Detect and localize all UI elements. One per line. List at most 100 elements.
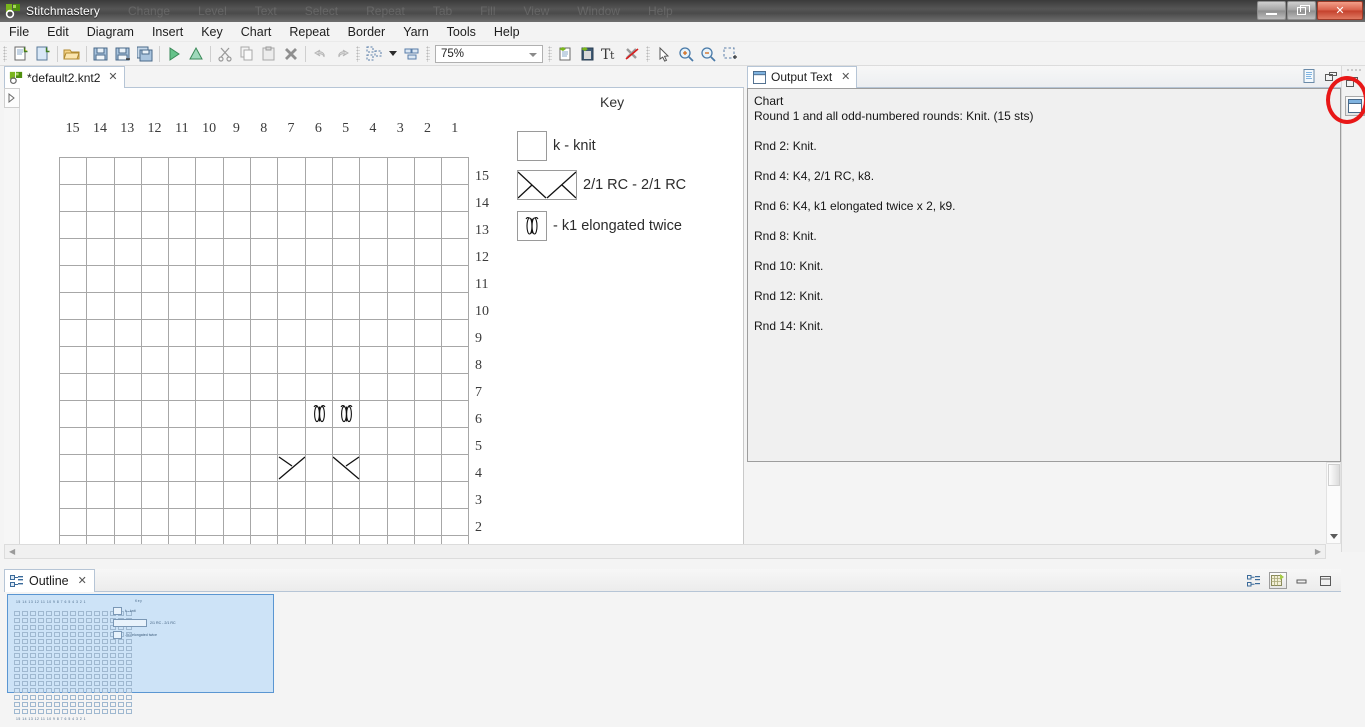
- chart-cell[interactable]: [442, 266, 469, 293]
- chart-cell[interactable]: [414, 320, 441, 347]
- chevron-down-icon[interactable]: [529, 53, 537, 57]
- chart-cell[interactable]: [251, 212, 278, 239]
- chart-cell[interactable]: [442, 158, 469, 185]
- menu-edit[interactable]: Edit: [38, 23, 78, 41]
- chart-cell[interactable]: [251, 428, 278, 455]
- chart-cell[interactable]: [414, 482, 441, 509]
- chart-cell[interactable]: [414, 158, 441, 185]
- chart-cell[interactable]: [442, 482, 469, 509]
- chart-row-15[interactable]: [60, 158, 469, 185]
- chart-cell[interactable]: [87, 455, 114, 482]
- chart-cell[interactable]: [251, 482, 278, 509]
- chart-cell[interactable]: [223, 320, 250, 347]
- chart-cell[interactable]: [332, 185, 359, 212]
- chart-cell[interactable]: [169, 239, 196, 266]
- chart-cell[interactable]: [87, 185, 114, 212]
- view-menu-icon[interactable]: [1303, 69, 1317, 84]
- chart-grid[interactable]: [59, 157, 469, 552]
- chart-cell[interactable]: [60, 509, 87, 536]
- thumbnail-view-icon[interactable]: [1269, 572, 1287, 589]
- close-icon[interactable]: ✕: [78, 576, 87, 587]
- chart-cell[interactable]: [251, 374, 278, 401]
- menu-chart[interactable]: Chart: [232, 23, 281, 41]
- chart-cell[interactable]: [60, 374, 87, 401]
- chart-cell[interactable]: [196, 185, 223, 212]
- toolbar-grip[interactable]: [3, 46, 7, 62]
- chart-cell[interactable]: [360, 212, 387, 239]
- chart-cell[interactable]: [196, 482, 223, 509]
- chart-cell[interactable]: [305, 374, 332, 401]
- chart-cell[interactable]: [305, 158, 332, 185]
- chart-cell[interactable]: [60, 401, 87, 428]
- chart-cell[interactable]: [114, 293, 141, 320]
- chart-cell[interactable]: [223, 428, 250, 455]
- restore-output-text-view-button[interactable]: [1345, 96, 1365, 116]
- chart-cell[interactable]: [87, 509, 114, 536]
- menu-tools[interactable]: Tools: [438, 23, 485, 41]
- chart-cell[interactable]: [141, 374, 168, 401]
- chart-cell[interactable]: [223, 185, 250, 212]
- chart-grid-table[interactable]: [59, 157, 469, 552]
- chart-cell[interactable]: [87, 401, 114, 428]
- chart-cell[interactable]: [387, 293, 414, 320]
- chart-cell[interactable]: [414, 347, 441, 374]
- chart-cell[interactable]: [114, 428, 141, 455]
- chart-cell[interactable]: [305, 455, 332, 482]
- chart-cell[interactable]: [278, 266, 305, 293]
- chart-row-12[interactable]: [60, 239, 469, 266]
- chart-cell[interactable]: [114, 320, 141, 347]
- chart-cell[interactable]: [114, 482, 141, 509]
- chart-cell[interactable]: [305, 185, 332, 212]
- chart-cell[interactable]: [196, 293, 223, 320]
- chart-cell[interactable]: [332, 374, 359, 401]
- chart-cell[interactable]: [360, 509, 387, 536]
- chart-cell[interactable]: [332, 239, 359, 266]
- chart-cell[interactable]: [387, 266, 414, 293]
- chart-cell[interactable]: [223, 266, 250, 293]
- chart-cell[interactable]: [332, 320, 359, 347]
- chart-cell[interactable]: [60, 239, 87, 266]
- chart-cell[interactable]: [87, 320, 114, 347]
- chart-cell[interactable]: [278, 509, 305, 536]
- chart-cell[interactable]: [169, 482, 196, 509]
- chart-cell[interactable]: [196, 374, 223, 401]
- chart-cell[interactable]: [114, 455, 141, 482]
- chart-cell[interactable]: [332, 266, 359, 293]
- minimize-icon[interactable]: [1293, 572, 1311, 589]
- chart-cell[interactable]: [414, 266, 441, 293]
- chart-cell[interactable]: [141, 239, 168, 266]
- chart-cell[interactable]: [196, 428, 223, 455]
- chart-row-4[interactable]: [60, 455, 469, 482]
- tree-view-icon[interactable]: [1245, 572, 1263, 589]
- chart-cell[interactable]: [60, 266, 87, 293]
- zoom-out-icon[interactable]: [697, 43, 719, 65]
- scroll-left-arrow-icon[interactable]: ◀: [5, 547, 19, 556]
- chart-cell-k1-elongated-twice[interactable]: [305, 401, 332, 428]
- menu-help[interactable]: Help: [485, 23, 529, 41]
- chart-cell[interactable]: [332, 482, 359, 509]
- chart-cell[interactable]: [87, 428, 114, 455]
- chart-cell[interactable]: [414, 455, 441, 482]
- chart-cell[interactable]: [305, 482, 332, 509]
- chart-editor-canvas[interactable]: 15 14 13 12 11 10 9 8 7 6 5 4 3 2 1: [4, 88, 744, 552]
- chart-cell[interactable]: [196, 266, 223, 293]
- chart-cell[interactable]: [251, 509, 278, 536]
- chart-cell[interactable]: [305, 509, 332, 536]
- chart-cell[interactable]: [305, 266, 332, 293]
- chart-cell[interactable]: [60, 158, 87, 185]
- chart-cell[interactable]: [141, 509, 168, 536]
- chart-cell[interactable]: [278, 374, 305, 401]
- chart-cell[interactable]: [114, 509, 141, 536]
- select-objects-icon[interactable]: [363, 43, 385, 65]
- chart-cell[interactable]: [141, 158, 168, 185]
- chart-cell[interactable]: [360, 266, 387, 293]
- chart-cell[interactable]: [305, 239, 332, 266]
- chart-cell[interactable]: [442, 185, 469, 212]
- chart-cell-k1-elongated-twice[interactable]: [332, 401, 359, 428]
- menu-repeat[interactable]: Repeat: [280, 23, 338, 41]
- menu-border[interactable]: Border: [339, 23, 395, 41]
- chart-cell[interactable]: [114, 401, 141, 428]
- chart-cell[interactable]: [360, 428, 387, 455]
- chart-cell[interactable]: [60, 482, 87, 509]
- chart-cell[interactable]: [442, 374, 469, 401]
